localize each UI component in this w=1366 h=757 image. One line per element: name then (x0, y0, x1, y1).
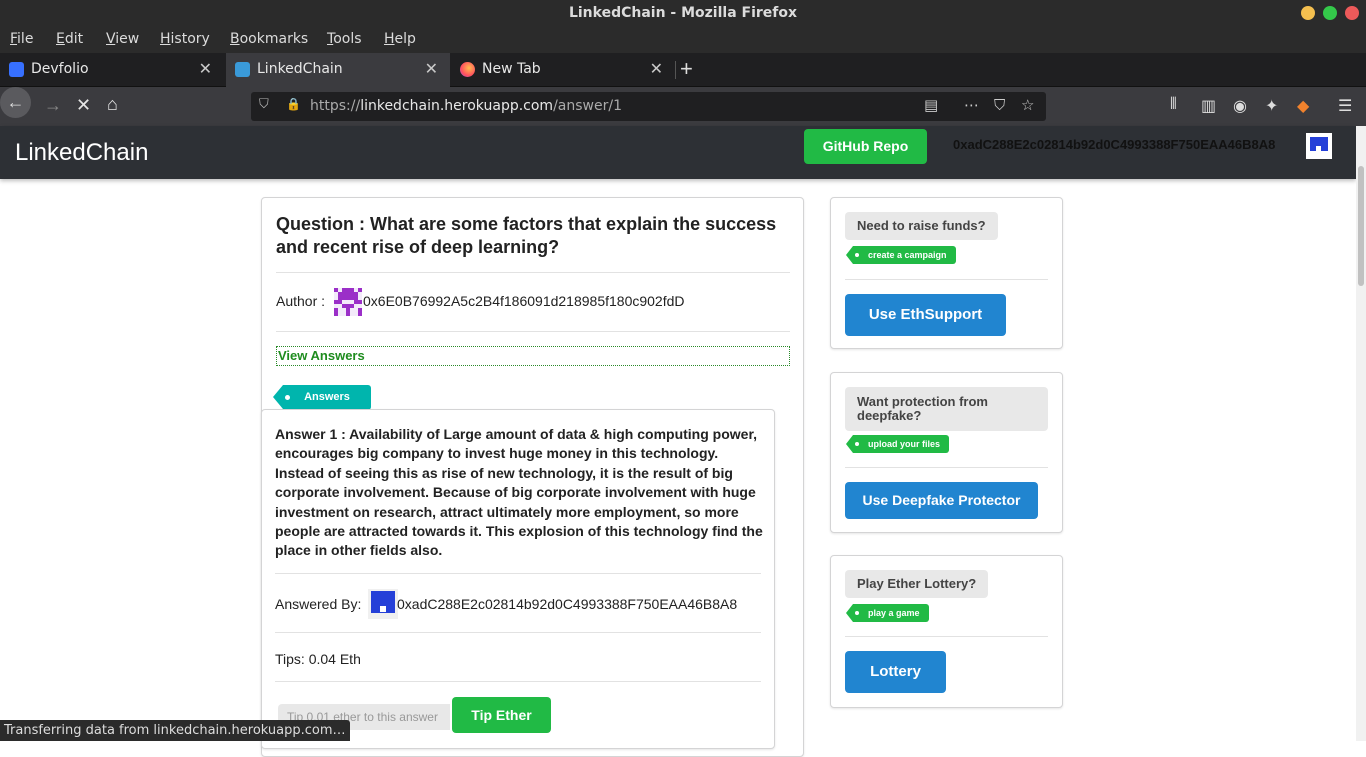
menu-bookmarks[interactable]: Bookmarks (230, 31, 308, 47)
close-tab-icon[interactable]: ✕ (650, 59, 663, 78)
minimize-button[interactable] (1301, 6, 1315, 20)
menu-history[interactable]: History (160, 31, 210, 47)
divider (276, 331, 790, 332)
tips-amount: Tips: 0.04 Eth (275, 651, 361, 667)
close-window-button[interactable] (1345, 6, 1359, 20)
view-answers-link[interactable]: View Answers (276, 346, 790, 366)
question-title: Question : What are some factors that ex… (276, 214, 777, 257)
back-button[interactable]: ← (0, 87, 31, 118)
tab-strip: Devfolio ✕ LinkedChain ✕ New Tab ✕ + (0, 53, 1366, 87)
sidebar-icon[interactable]: ▥ (1201, 96, 1216, 116)
pocket-icon[interactable]: ⛉ (994, 96, 1005, 114)
hamburger-menu-icon[interactable]: ☰ (1338, 96, 1352, 116)
status-bar: Transferring data from linkedchain.herok… (0, 720, 350, 741)
tab-linkedchain[interactable]: LinkedChain ✕ (226, 53, 450, 87)
close-tab-icon[interactable]: ✕ (425, 59, 438, 78)
deepfake-card: Want protection from deepfake? upload yo… (830, 372, 1063, 533)
menu-view[interactable]: View (106, 31, 139, 47)
url-host: linkedchain.herokuapp.com (360, 98, 554, 114)
url-scheme: https:// (310, 98, 361, 114)
tip-ether-button[interactable]: Tip Ether (452, 697, 551, 733)
new-tab-button[interactable]: + (680, 56, 693, 82)
divider (845, 636, 1048, 637)
author-identicon (334, 288, 362, 316)
tab-label: New Tab (482, 61, 541, 77)
library-icon[interactable]: ⫴ (1170, 96, 1177, 114)
use-deepfake-protector-button[interactable]: Use Deepfake Protector (845, 482, 1038, 519)
window-title: LinkedChain - Mozilla Firefox (568, 5, 798, 21)
divider (275, 632, 761, 633)
tab-label: LinkedChain (257, 61, 343, 77)
url-path: /answer/1 (553, 98, 622, 114)
nav-bar: ← → ✕ ⌂ ⛉ 🔒 https://linkedchain.herokuap… (0, 87, 1366, 126)
wallet-address: 0xadC288E2c02814b92d0C4993388F750EAA46B8… (953, 137, 1276, 152)
bookmark-star-icon[interactable]: ☆ (1021, 96, 1034, 114)
menu-file[interactable]: File (10, 31, 33, 47)
lottery-card: Play Ether Lottery? play a game Lottery (830, 555, 1063, 708)
upload-files-tag: upload your files (845, 435, 950, 453)
deepfake-label: Want protection from deepfake? (845, 387, 1048, 431)
metamask-icon[interactable]: ◆ (1297, 96, 1309, 116)
devfolio-icon (9, 62, 24, 77)
window-titlebar: LinkedChain - Mozilla Firefox (0, 0, 1366, 27)
github-repo-button[interactable]: GitHub Repo (804, 129, 927, 164)
answerer-address: 0xadC288E2c02814b92d0C4993388F750EAA46B8… (397, 596, 738, 612)
menu-tools[interactable]: Tools (327, 31, 362, 47)
answers-tag: Answers (273, 385, 371, 410)
divider (845, 467, 1048, 468)
divider (276, 272, 790, 273)
home-button[interactable]: ⌂ (107, 94, 118, 115)
fundraise-card: Need to raise funds? create a campaign U… (830, 197, 1063, 349)
stop-button[interactable]: ✕ (76, 95, 91, 116)
lottery-label: Play Ether Lottery? (845, 570, 989, 598)
lottery-button[interactable]: Lottery (845, 651, 946, 693)
play-game-tag: play a game (846, 604, 929, 622)
firefox-icon (460, 62, 475, 77)
author-address: 0x6E0B76992A5c2B4f186091d218985f180c902f… (363, 293, 685, 309)
forward-button[interactable]: → (44, 95, 62, 116)
answer-card: Answer 1 : Availability of Large amount … (261, 409, 775, 749)
wallet-avatar (1306, 133, 1332, 159)
menu-edit[interactable]: Edit (56, 31, 83, 47)
url-bar[interactable]: ⛉ 🔒 https://linkedchain.herokuapp.com/an… (251, 92, 1046, 121)
menu-bar: File Edit View History Bookmarks Tools H… (0, 27, 1366, 53)
answer-text: Answer 1 : Availability of Large amount … (275, 426, 763, 559)
account-icon[interactable]: ◉ (1233, 96, 1247, 116)
divider (275, 681, 761, 682)
divider (845, 279, 1048, 280)
create-campaign-tag: create a campaign (846, 246, 956, 264)
tracking-shield-icon[interactable]: ⛉ (259, 97, 269, 112)
brand-logo[interactable]: LinkedChain (15, 139, 148, 167)
site-header: LinkedChain GitHub Repo 0xadC288E2c02814… (0, 126, 1356, 179)
divider (275, 573, 761, 574)
extension-icon[interactable]: ✦ (1265, 96, 1278, 116)
use-ethsupport-button[interactable]: Use EthSupport (845, 294, 1006, 336)
fundraise-label: Need to raise funds? (845, 212, 998, 240)
tab-devfolio[interactable]: Devfolio ✕ (0, 53, 224, 87)
linkedchain-icon (235, 62, 250, 77)
scrollbar-thumb[interactable] (1358, 166, 1364, 286)
url-text[interactable]: https://linkedchain.herokuapp.com/answer… (310, 98, 622, 114)
lock-icon[interactable]: 🔒 (286, 97, 301, 111)
page-actions-icon[interactable]: ⋯ (964, 96, 979, 114)
tab-new-tab[interactable]: New Tab ✕ (451, 53, 675, 87)
reader-view-icon[interactable]: ▤ (924, 96, 938, 114)
close-tab-icon[interactable]: ✕ (199, 59, 212, 78)
answerer-avatar (368, 589, 398, 619)
author-label: Author : (276, 293, 326, 309)
maximize-button[interactable] (1323, 6, 1337, 20)
tab-label: Devfolio (31, 61, 89, 77)
menu-help[interactable]: Help (384, 31, 416, 47)
answered-by-label: Answered By: (275, 596, 362, 612)
tab-separator (675, 61, 676, 79)
